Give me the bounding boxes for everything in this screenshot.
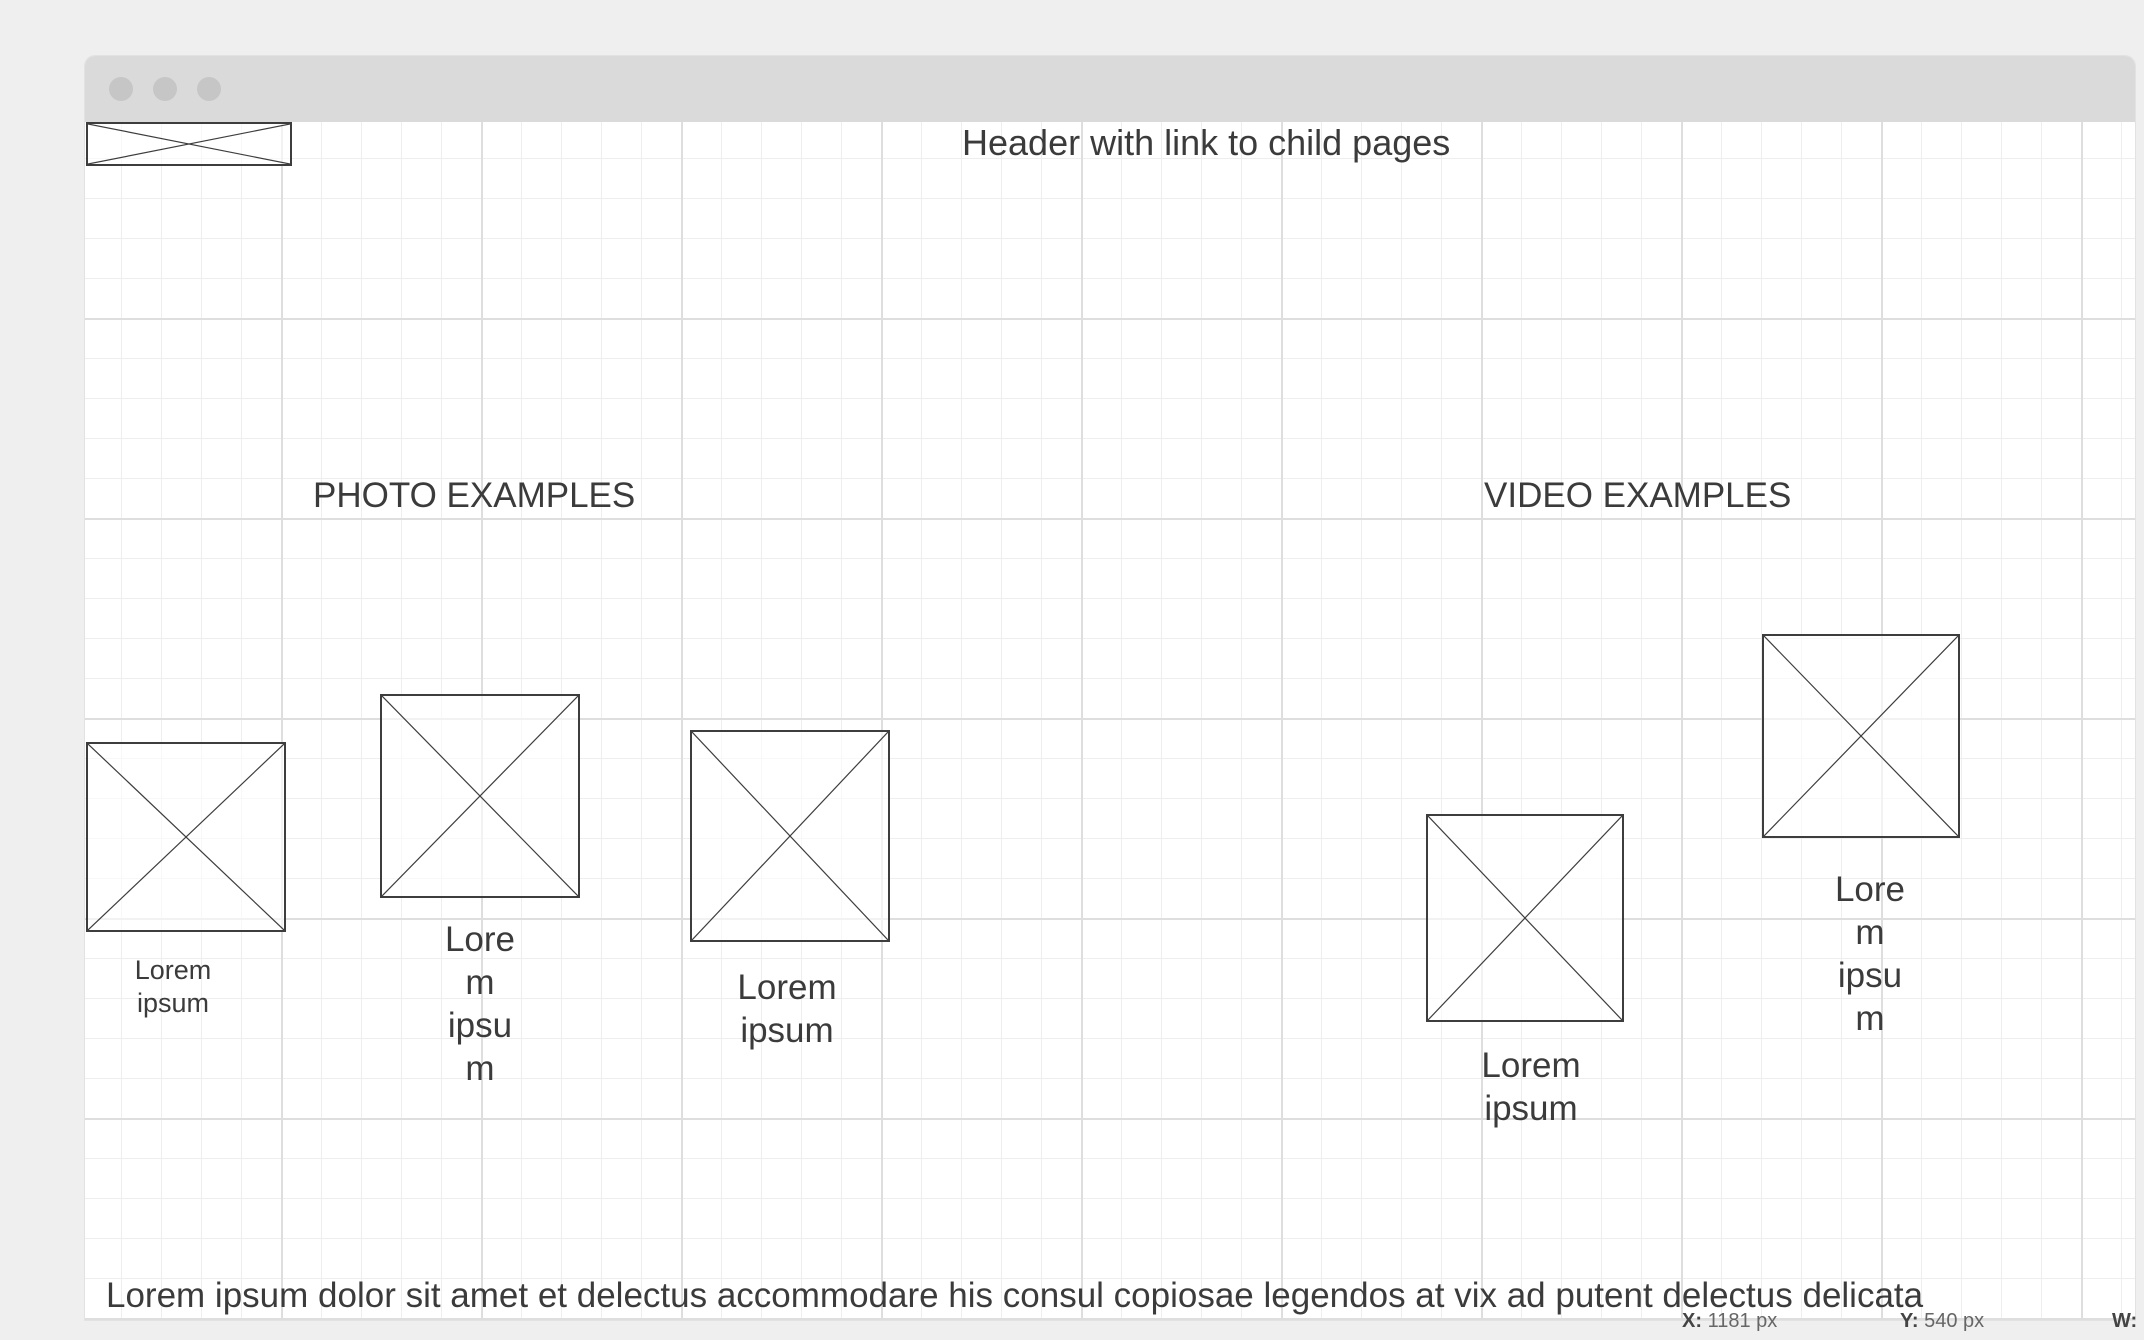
photo-examples-heading: PHOTO EXAMPLES [313,476,636,515]
video-placeholder-1[interactable] [1426,814,1624,1022]
status-y-readout: Y: 540 px [1900,1310,1984,1333]
video-placeholder-2[interactable] [1762,634,1960,838]
video-caption-2: Lore m ipsu m [1834,870,1906,1039]
photo-placeholder-2[interactable] [380,694,580,898]
footer-paragraph: Lorem ipsum dolor sit amet et delectus a… [106,1276,1924,1315]
status-x-readout: X: 1181 px [1682,1310,1777,1333]
photo-placeholder-3[interactable] [690,730,890,942]
image-placeholder-icon [88,124,290,164]
status-y-value: 540 px [1924,1310,1985,1332]
status-x-label: X: [1682,1310,1702,1332]
status-w-readout: W: [2112,1310,2137,1333]
video-placeholder-icon [1428,816,1622,1020]
window-titlebar [85,56,2135,122]
window-maximize-dot[interactable] [197,77,221,101]
video-examples-heading: VIDEO EXAMPLES [1484,476,1792,515]
photo-caption-3: Lorem ipsum [737,968,837,1051]
image-placeholder-icon [382,696,578,896]
video-caption-1: Lorem ipsum [1481,1046,1581,1129]
header-title-link[interactable]: Header with link to child pages [962,122,1450,164]
image-placeholder-icon [692,732,888,940]
logo-image-placeholder[interactable] [86,122,292,166]
window-close-dot[interactable] [109,77,133,101]
status-x-value: 1181 px [1707,1310,1778,1332]
image-placeholder-icon [88,744,284,930]
status-y-label: Y: [1900,1310,1919,1332]
photo-caption-1: Lorem ipsum [134,955,212,1019]
photo-placeholder-1[interactable] [86,742,286,932]
photo-caption-2: Lore m ipsu m [444,920,516,1089]
video-placeholder-icon [1764,636,1958,836]
window-minimize-dot[interactable] [153,77,177,101]
status-w-label: W: [2112,1310,2138,1332]
